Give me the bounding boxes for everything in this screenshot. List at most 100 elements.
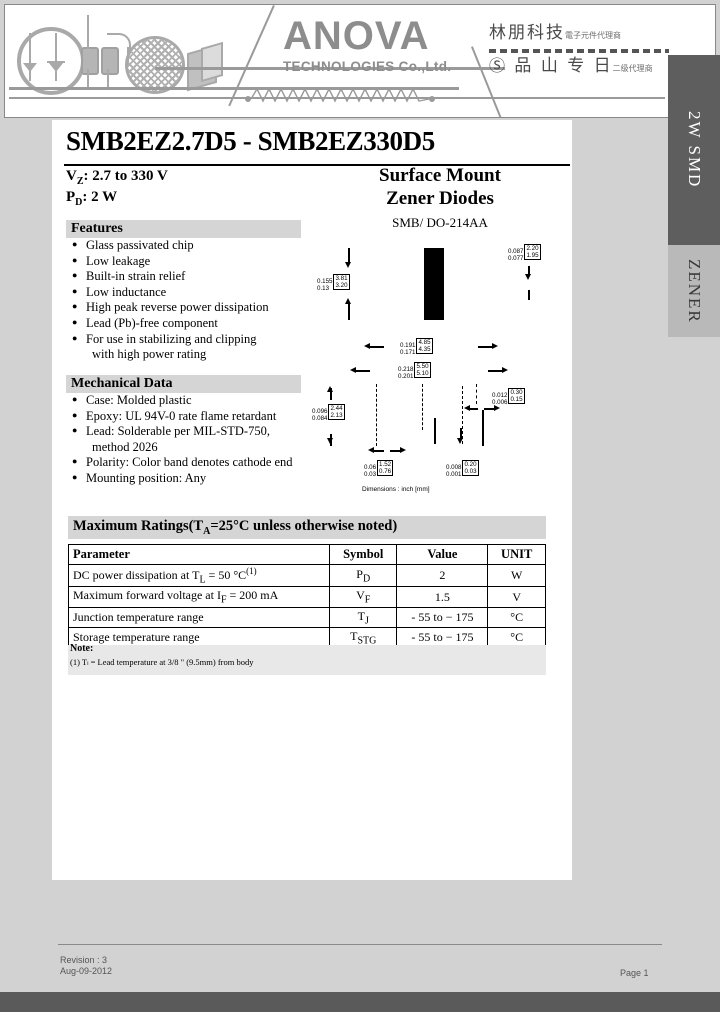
outline-dash-left	[376, 384, 377, 446]
dim-mm-max: 2.20	[526, 245, 539, 252]
dim-mm-min: 0.15	[510, 396, 523, 403]
cjk-line-1: 林朋科技電子元件代理商	[489, 23, 669, 46]
list-item: Glass passivated chip	[72, 237, 322, 254]
list-item: Polarity: Color band denotes cathode end	[72, 454, 322, 471]
dim-arrow-w1-right	[478, 346, 492, 348]
cell-symbol-text: V	[356, 588, 365, 603]
outline-dash-far-right	[476, 384, 477, 404]
dim-arrowhead-b2	[457, 438, 463, 444]
spec-pd-value: : 2 W	[82, 189, 118, 205]
spec-pd-symbol: P	[66, 189, 76, 205]
dim-inch-min: 0.171	[400, 349, 416, 357]
cell-symbol-text: P	[356, 567, 363, 581]
datasheet-body: SMB2EZ2.7D5 - SMB2EZ330D5 VZ: 2.7 to 330…	[52, 120, 572, 880]
diode-symbol-left	[23, 63, 37, 72]
note-text: (1) Tₗ = Lead temperature at 3/8 " (9.5m…	[70, 657, 254, 667]
note-block: Note: (1) Tₗ = Lead temperature at 3/8 "…	[68, 643, 546, 675]
dim-arrowhead-b1-left	[368, 447, 374, 453]
table-row: DC power dissipation at TL = 50 °C(1) P D…	[67, 563, 546, 588]
dim-arrowhead-w2-left	[350, 367, 356, 373]
column-header-symbol: Symbol	[329, 544, 398, 565]
diode-lead-right	[55, 33, 57, 81]
mechanical-list: Case: Molded plastic Epoxy: UL 94V-0 rat…	[72, 392, 322, 487]
cell-parameter-post: = 200 mA	[226, 588, 279, 603]
cjk-dashed-rule	[489, 49, 669, 53]
cjk-line-1-main: 林朋科技	[489, 23, 565, 43]
dim-arrowhead-right-a	[525, 274, 531, 280]
list-item: High peak reverse power dissipation	[72, 299, 322, 316]
page-header: ANOVA TECHNOLOGIES Co.,Ltd. 林朋科技電子元件代理商 …	[4, 4, 716, 118]
axial-lead-1	[87, 15, 89, 49]
dim-arrow-left-bot	[348, 304, 350, 320]
axial-lead-2b	[107, 69, 109, 87]
diode-lead-left	[29, 33, 31, 81]
dimension-label: 0.155 0.13 3.81 3.20	[317, 274, 350, 292]
list-item: Built-in strain relief	[72, 268, 322, 285]
cell-parameter-sup: (1)	[246, 566, 257, 576]
dim-mm-max: 3.81	[335, 275, 348, 282]
dimension-label: 0.218 0.201 5.50 5.10	[398, 362, 431, 380]
cjk-line-2-small: 二级代理商	[612, 64, 653, 73]
footer-date: Aug-09-2012	[60, 966, 113, 976]
dimension-label: 0.191 0.171 4.85 4.35	[400, 338, 433, 356]
dim-mm-min: 5.10	[416, 370, 429, 377]
footer-revision: Revision : 3 Aug-09-2012	[60, 955, 112, 977]
dim-arrowhead-left-top	[345, 262, 351, 268]
dim-inch-max: 0.191	[400, 342, 416, 350]
cjk-line-2-main: 品 山 专 日	[514, 56, 613, 76]
dim-mm-max: 5.50	[416, 363, 429, 370]
vertical-tab-zener[interactable]: ZENER	[668, 245, 720, 337]
dim-inch-min: 0.201	[398, 373, 414, 381]
wedge-graphic-2	[201, 41, 223, 83]
product-type: Surface Mount Zener Diodes	[320, 164, 560, 210]
cell-symbol-sub: F	[364, 594, 371, 606]
cjk-registered-mark: Ⓢ	[489, 56, 508, 75]
dimension-label: 0.06 0.03 1.52 0.76	[364, 460, 394, 479]
column-header-value: Value	[396, 544, 489, 565]
diode-bar-right	[47, 61, 65, 63]
dim-inch-min: 0.03	[364, 471, 377, 479]
note-heading: Note:	[70, 643, 94, 654]
outline-dash-right2	[462, 386, 463, 444]
dim-arrowhead-s-right	[494, 405, 500, 411]
dim-arrowhead-s-left	[464, 405, 470, 411]
vertical-tab-2w-smd[interactable]: 2W SMD	[668, 55, 720, 245]
dimension-label: 0.096 0.084 2.44 2.13	[312, 404, 345, 422]
datasheet-page: ANOVA TECHNOLOGIES Co.,Ltd. 林朋科技電子元件代理商 …	[0, 0, 720, 1012]
cell-parameter-text: DC power dissipation at T	[73, 568, 200, 582]
outline-vert-mid	[482, 410, 484, 446]
spec-vz-value: : 2.7 to 330 V	[83, 168, 168, 184]
cell-unit: W	[487, 563, 546, 588]
table-row: Junction temperature range TJ - 55 to − …	[67, 606, 546, 629]
dim-mm-min: 2.13	[330, 412, 343, 419]
product-type-line2: Zener Diodes	[386, 188, 494, 209]
dimension-label: 0.008 0.001 0.20 0.03	[446, 460, 479, 478]
list-item: Mounting position: Any	[72, 470, 322, 487]
features-list: Glass passivated chip Low leakage Built-…	[72, 237, 322, 363]
list-item: with high power rating	[92, 347, 207, 362]
cell-symbol-text: T	[357, 608, 365, 623]
cell-symbol: TJ	[329, 606, 398, 629]
product-type-line1: Surface Mount	[379, 165, 501, 186]
cell-value: 2	[396, 563, 489, 588]
cell-parameter: DC power dissipation at TL = 50 °C(1)	[67, 563, 331, 588]
ratings-heading-pre: Maximum Ratings(T	[73, 518, 204, 534]
cjk-line-1-small: 電子元件代理商	[565, 31, 621, 40]
hatched-sphere-graphic	[125, 36, 185, 94]
dim-arrow-w2-right	[488, 370, 502, 372]
dim-arrow-w2-left	[356, 370, 370, 372]
dim-mm-max: 0.20	[464, 461, 477, 468]
package-drawing: 0.155 0.13 3.81 3.20 0.087 0.077 2.20 1.…	[312, 238, 562, 498]
list-item: For use in stabilizing and clipping	[72, 331, 322, 348]
dim-inch-max: 0.096	[312, 408, 328, 416]
vertical-tab-2w-smd-label: 2W SMD	[685, 111, 704, 189]
cell-parameter: Junction temperature range	[67, 606, 331, 629]
table-header-row: Parameter Symbol Value UNIT	[67, 544, 546, 565]
package-dimension-note: Dimensions : inch [mm]	[362, 486, 430, 493]
list-item: Lead (Pb)-free component	[72, 315, 322, 332]
spec-vz-symbol: V	[66, 168, 77, 184]
package-label: SMB/ DO-214AA	[392, 215, 488, 230]
dim-inch-min: 0.084	[312, 415, 328, 423]
dim-mm-min: 0.76	[379, 468, 392, 475]
dim-arrow-right-b	[528, 290, 530, 300]
